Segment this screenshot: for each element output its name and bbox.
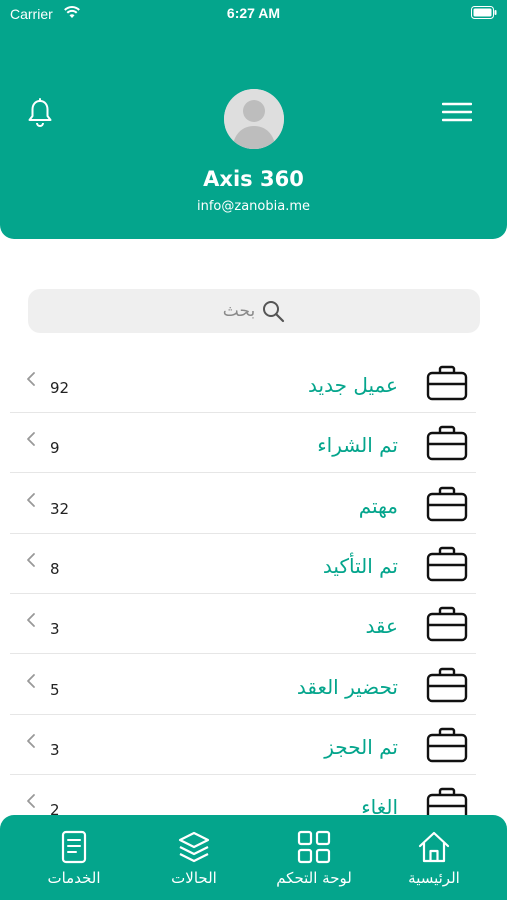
- status-count: 5: [50, 680, 60, 699]
- tab-home[interactable]: الرئيسية: [374, 815, 494, 900]
- status-row[interactable]: 8 تم التأكيد: [10, 534, 476, 594]
- tab-statuses-label: الحالات: [171, 869, 217, 887]
- user-email: info@zanobia.me: [197, 199, 310, 214]
- document-icon: [61, 830, 87, 864]
- chevron-left-icon: [27, 432, 35, 447]
- briefcase-icon: [426, 546, 468, 582]
- briefcase-icon: [426, 365, 468, 401]
- status-bar: Carrier 6:27 AM: [0, 0, 507, 28]
- briefcase-icon: [426, 486, 468, 521]
- status-count: 8: [50, 559, 60, 578]
- profile-header: Carrier 6:27 AM Axis 360 info@zanobia.me: [0, 0, 507, 239]
- grid-icon: [297, 830, 331, 864]
- row-chevron: [26, 552, 36, 572]
- row-icon: [426, 365, 468, 405]
- tab-services-label: الخدمات: [47, 869, 101, 887]
- tab-statuses[interactable]: الحالات: [134, 815, 254, 900]
- row-chevron: [26, 492, 36, 512]
- chevron-left-icon: [27, 673, 35, 688]
- status-count: 3: [50, 620, 60, 639]
- status-row[interactable]: 5 تحضير العقد: [10, 655, 476, 715]
- row-icon: [426, 727, 468, 767]
- battery-icon: [471, 6, 497, 19]
- chevron-left-icon: [27, 552, 35, 567]
- row-chevron: [26, 733, 36, 753]
- status-label: تحضير العقد: [296, 674, 398, 699]
- user-silhouette-icon: [224, 89, 284, 149]
- row-icon: [426, 546, 468, 586]
- chevron-left-icon: [27, 492, 35, 507]
- tab-dashboard[interactable]: لوحة التحكم: [254, 815, 374, 900]
- status-row[interactable]: 3 تم الحجز: [10, 715, 476, 775]
- row-chevron: [26, 371, 36, 391]
- chevron-left-icon: [27, 733, 35, 748]
- status-label: عميل جديد: [308, 373, 398, 397]
- row-chevron: [26, 431, 36, 451]
- briefcase-icon: [426, 426, 468, 461]
- status-count: 3: [50, 740, 60, 759]
- status-label: عقد: [365, 614, 398, 639]
- chevron-left-icon: [27, 613, 35, 628]
- tab-dashboard-label: لوحة التحكم: [276, 869, 352, 887]
- row-chevron: [26, 673, 36, 693]
- chevron-left-icon: [27, 372, 35, 386]
- briefcase-icon: [426, 606, 468, 642]
- row-icon: [426, 606, 468, 646]
- search-bar[interactable]: بحث: [28, 289, 480, 333]
- status-label: تم الحجز: [324, 734, 398, 759]
- status-row[interactable]: 9 تم الشراء: [10, 413, 476, 474]
- search-input[interactable]: بحث: [223, 301, 255, 321]
- row-chevron: [26, 793, 36, 813]
- row-icon: [426, 425, 468, 465]
- status-count: 92: [50, 379, 70, 397]
- status-label: تم الشراء: [317, 433, 398, 458]
- bottom-tab-bar: الرئيسية لوحة التحكم الحالات الخدمات: [0, 815, 507, 900]
- status-count: 9: [50, 439, 60, 458]
- status-row[interactable]: 3 عقد: [10, 594, 476, 655]
- avatar[interactable]: [224, 89, 284, 149]
- bell-icon[interactable]: [26, 98, 54, 128]
- clock: 6:27 AM: [226, 5, 281, 21]
- layers-icon: [178, 831, 210, 863]
- row-icon: [426, 667, 468, 707]
- search-icon: [263, 301, 285, 323]
- status-row[interactable]: 32 مهتم: [10, 474, 476, 534]
- briefcase-icon: [426, 727, 468, 762]
- chevron-left-icon: [27, 794, 35, 808]
- user-name: Axis 360: [203, 167, 304, 191]
- row-icon: [426, 486, 468, 526]
- status-count: 32: [50, 499, 70, 518]
- status-label: مهتم: [358, 493, 398, 518]
- tab-services[interactable]: الخدمات: [14, 815, 134, 900]
- tab-home-label: الرئيسية: [408, 869, 460, 887]
- status-label: تم التأكيد: [322, 553, 398, 578]
- status-row[interactable]: 92 عميل جديد: [10, 353, 476, 413]
- hamburger-menu-icon[interactable]: [442, 102, 472, 122]
- row-chevron: [26, 612, 36, 632]
- briefcase-icon: [426, 667, 468, 702]
- home-icon: [418, 831, 450, 863]
